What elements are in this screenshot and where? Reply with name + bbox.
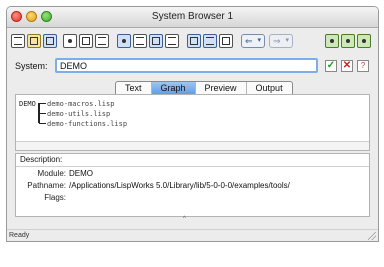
module-value: DEMO — [69, 169, 93, 178]
graph-pane[interactable]: DEMO demo-macros.lisp demo-utils.lisp de… — [15, 94, 370, 151]
description-row-flags: Flags: — [18, 193, 69, 203]
forward-button[interactable]: ⇒ ▾ — [269, 34, 293, 48]
graph-child-node[interactable]: demo-macros.lisp — [47, 100, 114, 108]
browse-icon[interactable] — [165, 34, 179, 48]
system-browser-window: System Browser 1 ⇐ ▾ ⇒ ▾ System: DEMO ✓ … — [6, 6, 379, 242]
status-text: Ready — [9, 232, 30, 239]
cancel-button[interactable]: ✕ — [341, 60, 353, 72]
system-label: System: — [15, 61, 48, 71]
graph-edge — [39, 123, 46, 124]
save-icon[interactable] — [43, 34, 57, 48]
toolbar: ⇐ ▾ ⇒ ▾ — [11, 33, 374, 51]
compile-icon[interactable] — [117, 34, 131, 48]
graph-child-node[interactable]: demo-utils.lisp — [47, 110, 110, 118]
cut-icon[interactable] — [63, 34, 77, 48]
accept-button[interactable]: ✓ — [325, 60, 337, 72]
inspect-icon[interactable] — [187, 34, 201, 48]
open-icon[interactable] — [27, 34, 41, 48]
back-arrow-icon: ⇐ — [245, 36, 253, 46]
graph-root-node[interactable]: DEMO — [19, 100, 36, 108]
forward-menu-icon: ▾ — [285, 37, 289, 44]
paste-icon[interactable] — [95, 34, 109, 48]
status-bar: Ready — [7, 229, 378, 241]
copy-icon[interactable] — [79, 34, 93, 48]
back-button[interactable]: ⇐ ▾ — [241, 34, 265, 48]
help-button[interactable]: ? — [357, 60, 369, 72]
graph-edge — [39, 103, 46, 104]
load-icon[interactable] — [133, 34, 147, 48]
edit-icon[interactable] — [149, 34, 163, 48]
system-input[interactable]: DEMO — [55, 58, 318, 73]
link-edit-icon[interactable] — [357, 34, 371, 48]
description-row-module: Module: DEMO — [18, 169, 93, 179]
forward-arrow-icon: ⇒ — [273, 36, 281, 46]
graph-icon[interactable] — [219, 34, 233, 48]
resize-grip-icon[interactable] — [368, 232, 376, 240]
description-pane: Description: Module: DEMO Pathname:/Appli… — [15, 153, 370, 217]
link-plus-icon[interactable] — [341, 34, 355, 48]
window-title: System Browser 1 — [151, 11, 234, 22]
title-bar: System Browser 1 — [7, 7, 378, 28]
description-header: Description: — [16, 154, 369, 167]
flags-label: Flags: — [44, 193, 66, 202]
graph-horizontal-scrollbar[interactable] — [16, 141, 369, 150]
pathname-label: Pathname: — [27, 181, 66, 190]
graph-edge — [39, 113, 46, 114]
list-icon[interactable] — [203, 34, 217, 48]
new-icon[interactable] — [11, 34, 25, 48]
link-icon[interactable] — [325, 34, 339, 48]
module-label: Module: — [37, 169, 66, 178]
pane-splitter-handle[interactable]: ^ — [183, 216, 186, 222]
pathname-value: /Applications/LispWorks 5.0/Library/lib/… — [69, 181, 290, 190]
back-menu-icon: ▾ — [257, 37, 261, 44]
graph-child-node[interactable]: demo-functions.lisp — [47, 120, 127, 128]
description-row-pathname: Pathname:/Applications/LispWorks 5.0/Lib… — [18, 181, 290, 191]
